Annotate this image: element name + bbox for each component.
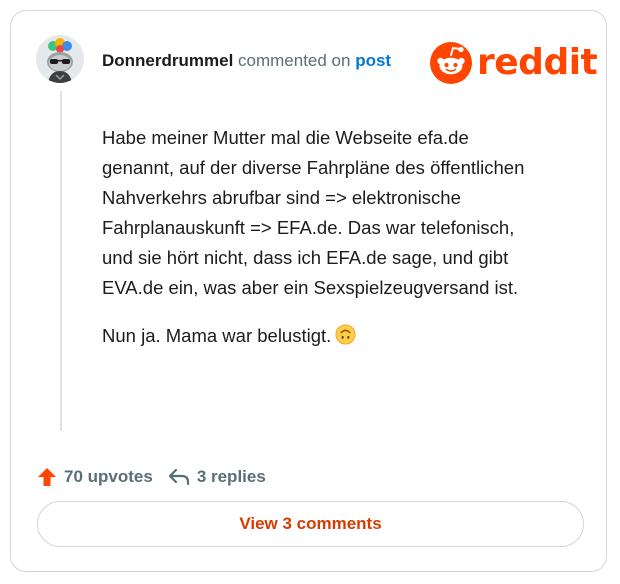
post-link[interactable]: post: [355, 51, 391, 70]
comment-header: Donnerdrummel commented on post: [102, 51, 391, 71]
reddit-logo[interactable]: reddit: [429, 41, 598, 85]
comment-body: Habe meiner Mutter mal die Webseite efa.…: [102, 123, 542, 369]
commented-on-text: commented on: [233, 51, 356, 70]
replies-button[interactable]: 3 replies: [167, 466, 266, 488]
reddit-snoo-icon: [430, 42, 472, 84]
username-link[interactable]: Donnerdrummel: [102, 51, 233, 70]
upvote-count: 70 upvotes: [64, 467, 153, 486]
reddit-wordmark: reddit: [477, 42, 598, 83]
view-comments-button[interactable]: View 3 comments: [37, 501, 584, 547]
comment-card: Donnerdrummel commented on post reddit H…: [10, 10, 607, 572]
thread-line: [60, 91, 62, 431]
comment-paragraph: Nun ja. Mama war belustigt.: [102, 321, 542, 351]
snoo-avatar-icon: [36, 35, 84, 83]
upvote-button[interactable]: 70 upvotes: [36, 466, 153, 488]
avatar[interactable]: [36, 35, 84, 83]
comment-actions: 70 upvotes 3 replies: [36, 466, 280, 488]
replies-count: 3 replies: [196, 467, 266, 486]
comment-paragraph-text: Nun ja. Mama war belustigt.: [102, 325, 332, 346]
reply-arrow-icon: [168, 468, 189, 486]
upside-down-face-emoji-icon: [335, 324, 356, 345]
up-arrow-icon: [38, 468, 56, 486]
comment-paragraph: Habe meiner Mutter mal die Webseite efa.…: [102, 127, 525, 298]
